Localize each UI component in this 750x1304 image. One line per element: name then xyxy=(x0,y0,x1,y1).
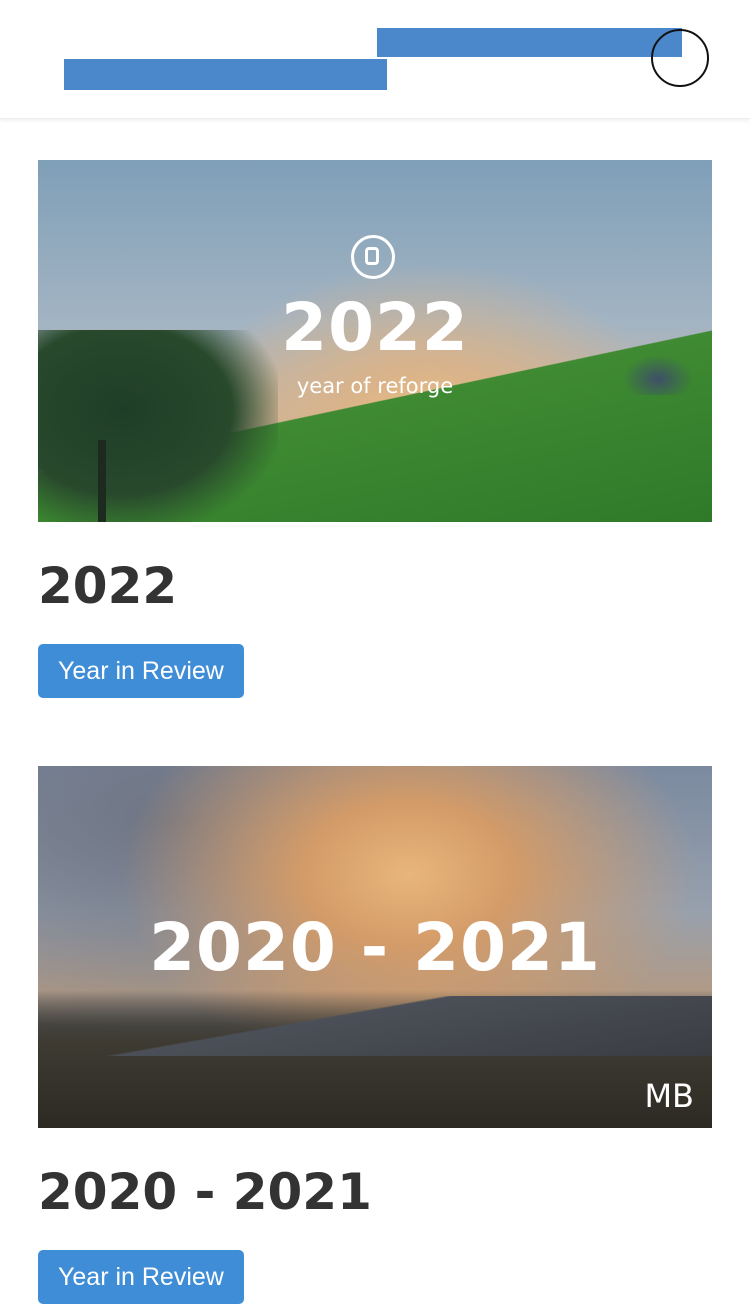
logo-bar-top[interactable] xyxy=(377,28,682,57)
tree-trunk xyxy=(98,440,106,522)
year-in-review-button[interactable]: Year in Review xyxy=(38,1250,244,1304)
image-mark-text: MB xyxy=(644,1077,694,1115)
site-header xyxy=(0,0,750,119)
year-card-image[interactable]: 2020 - 2021 MB xyxy=(38,766,712,1128)
mountain-silhouette xyxy=(38,996,712,1056)
image-subtitle-text: year of reforge xyxy=(296,374,454,398)
year-card-image[interactable]: 2022 year of reforge xyxy=(38,160,712,522)
year-in-review-button[interactable]: Year in Review xyxy=(38,644,244,698)
year-card-2022: 2022 year of reforge 2022 Year in Review xyxy=(38,160,712,698)
menu-circle-icon[interactable] xyxy=(651,29,709,87)
logo-bar-bottom[interactable] xyxy=(64,59,387,90)
card-title: 2022 xyxy=(38,557,178,615)
card-title: 2020 - 2021 xyxy=(38,1163,372,1221)
year-card-2020-2021: 2020 - 2021 MB 2020 - 2021 Year in Revie… xyxy=(38,766,712,1304)
reforge-logo-icon xyxy=(351,235,395,279)
image-year-text: 2020 - 2021 xyxy=(149,909,601,986)
image-year-text: 2022 xyxy=(281,289,469,366)
